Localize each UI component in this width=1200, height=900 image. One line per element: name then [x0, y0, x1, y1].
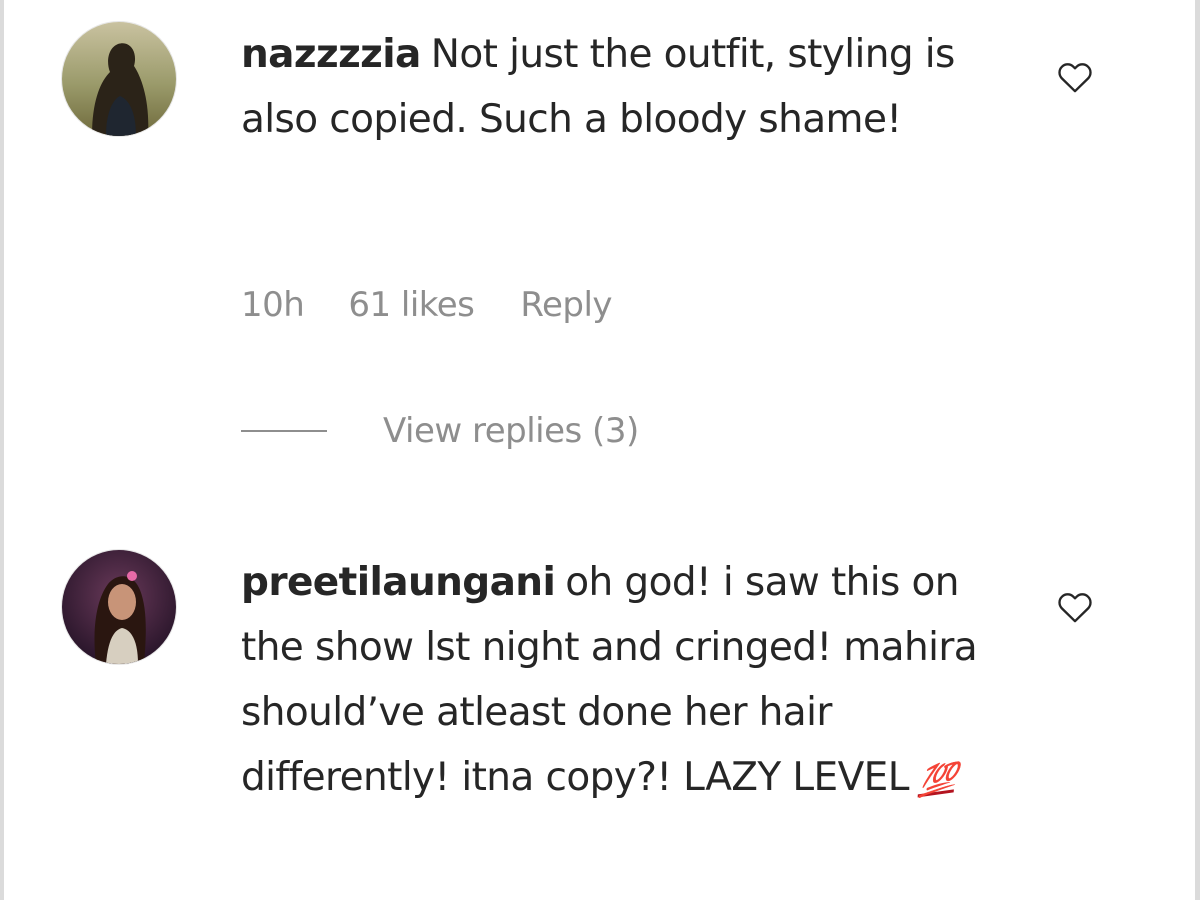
hundred-points-emoji-icon: 💯 [917, 760, 956, 801]
view-replies-label: View replies (3) [383, 411, 639, 451]
frame-border-left [0, 0, 4, 900]
comment-username[interactable]: preetilaungani [241, 560, 556, 605]
heart-outline-icon [1058, 63, 1092, 93]
reply-button[interactable]: Reply [520, 285, 612, 325]
comment-body: nazzzzia Not just the outfit, styling is … [241, 22, 1001, 152]
comment-username[interactable]: nazzzzia [241, 32, 421, 77]
comment-likes-count[interactable]: 61 likes [348, 285, 475, 325]
comment-body: preetilaungani oh god! i saw this on the … [241, 550, 1001, 813]
like-heart-icon[interactable] [1054, 587, 1096, 627]
replies-divider-line [241, 430, 327, 432]
like-heart-icon[interactable] [1054, 57, 1096, 97]
comment-timestamp[interactable]: 10h [241, 285, 305, 325]
avatar-photo-preetilaungani [62, 550, 176, 664]
avatar[interactable] [61, 549, 177, 665]
frame-border-right [1195, 0, 1200, 900]
avatar[interactable] [61, 21, 177, 137]
comment-meta: 10h 61 likes Reply [241, 285, 613, 325]
avatar-photo-nazzzzia [62, 22, 176, 136]
heart-outline-icon [1058, 593, 1092, 623]
view-replies-button[interactable]: View replies (3) [241, 411, 639, 451]
